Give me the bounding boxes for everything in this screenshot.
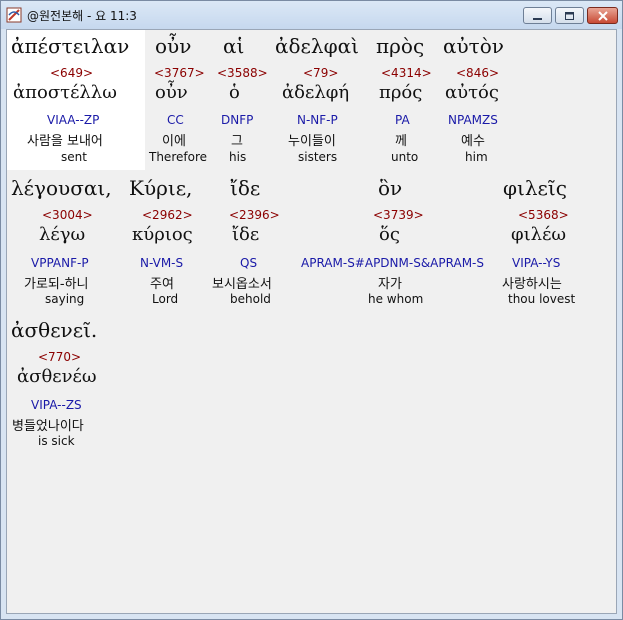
english-gloss: he whom — [368, 292, 424, 306]
strong-number[interactable]: <3004> — [42, 208, 93, 222]
lemma: αὐτός — [445, 82, 499, 103]
lemma: κύριος — [132, 224, 193, 245]
maximize-button[interactable] — [555, 7, 584, 24]
english-gloss: is sick — [38, 434, 75, 448]
lemma: ὁ — [229, 82, 240, 103]
close-icon — [597, 6, 608, 25]
korean-gloss: 사람을 보내어 — [27, 134, 103, 149]
morph-code[interactable]: PA — [395, 113, 410, 127]
english-gloss: his — [229, 150, 247, 164]
greek-word: πρὸς — [376, 34, 425, 58]
greek-word: ἀσθενεῖ. — [11, 318, 98, 342]
strong-number[interactable]: <3739> — [373, 208, 424, 222]
morph-code[interactable]: N-NF-P — [297, 113, 338, 127]
greek-word: φιλεῖς — [503, 176, 567, 200]
morph-code[interactable]: N-VM-S — [140, 256, 183, 270]
english-gloss: unto — [391, 150, 419, 164]
strong-number[interactable]: <5368> — [518, 208, 569, 222]
greek-word: ἴδε — [230, 176, 261, 200]
korean-gloss: 사랑하시는 — [502, 277, 562, 292]
english-gloss: sisters — [298, 150, 338, 164]
greek-word: Κύριε, — [129, 176, 193, 200]
lemma: φιλέω — [511, 224, 567, 245]
lemma: οὖν — [155, 82, 188, 103]
lemma: ἀσθενέω — [17, 366, 97, 387]
greek-word: οὖν — [155, 34, 192, 58]
korean-gloss: 가로되-하니 — [24, 277, 89, 292]
greek-word: αἱ — [223, 34, 245, 58]
greek-word: αὐτὸν — [443, 34, 504, 58]
lemma: ἴδε — [232, 224, 260, 245]
strong-number[interactable]: <2962> — [142, 208, 193, 222]
greek-word: λέγουσαι, — [11, 176, 112, 200]
morph-code[interactable]: APRAM-S#APDNM-S&APRAM-S — [301, 256, 484, 270]
korean-gloss: 주여 — [150, 277, 174, 292]
strong-number[interactable]: <4314> — [381, 66, 432, 80]
korean-gloss: 예수 — [461, 134, 485, 149]
korean-gloss: 보시옵소서 — [212, 277, 272, 292]
korean-gloss: 자가 — [378, 277, 402, 292]
strong-number[interactable]: <3588> — [217, 66, 268, 80]
korean-gloss: 그 — [231, 134, 243, 149]
maximize-icon — [564, 6, 575, 25]
morph-code[interactable]: VIAA--ZP — [47, 113, 99, 127]
english-gloss: sent — [61, 150, 87, 164]
app-window: @원전본해 - 요 11:3 ἀπέστειλαν <649> ἀποστέλλ… — [0, 0, 623, 620]
close-button[interactable] — [587, 7, 618, 24]
strong-number[interactable]: <770> — [38, 350, 81, 364]
strong-number[interactable]: <2396> — [229, 208, 280, 222]
interlinear-view[interactable]: ἀπέστειλαν <649> ἀποστέλλω VIAA--ZP 사람을 … — [6, 29, 617, 614]
lemma: πρός — [379, 82, 423, 103]
strong-number[interactable]: <3767> — [154, 66, 205, 80]
english-gloss: Lord — [152, 292, 179, 306]
greek-word: ὃν — [378, 176, 403, 200]
lemma: ἀδελφή — [282, 82, 350, 103]
morph-code[interactable]: DNFP — [221, 113, 253, 127]
strong-number[interactable]: <79> — [303, 66, 338, 80]
morph-code[interactable]: VPPANF-P — [31, 256, 89, 270]
english-gloss: Therefore — [149, 150, 207, 164]
korean-gloss: 께 — [395, 134, 407, 149]
morph-code[interactable]: VIPA--ZS — [31, 398, 82, 412]
english-gloss: thou lovest — [508, 292, 576, 306]
strong-number[interactable]: <649> — [50, 66, 93, 80]
strong-number[interactable]: <846> — [456, 66, 499, 80]
morph-code[interactable]: NPAMZS — [448, 113, 498, 127]
minimize-button[interactable] — [523, 7, 552, 24]
greek-word: ἀδελφαὶ — [275, 34, 359, 58]
english-gloss: behold — [230, 292, 271, 306]
window-title: @원전본해 - 요 11:3 — [27, 9, 137, 23]
english-gloss: saying — [45, 292, 85, 306]
lemma: ὅς — [379, 224, 400, 245]
app-logo-icon[interactable] — [6, 7, 22, 23]
greek-word: ἀπέστειλαν — [11, 34, 130, 58]
minimize-icon — [532, 6, 543, 25]
lemma: ἀποστέλλω — [13, 82, 117, 103]
korean-gloss: 누이들이 — [288, 134, 336, 149]
english-gloss: him — [465, 150, 488, 164]
morph-code[interactable]: QS — [240, 256, 257, 270]
lemma: λέγω — [39, 224, 86, 245]
title-bar[interactable]: @원전본해 - 요 11:3 — [1, 1, 622, 29]
korean-gloss: 이에 — [162, 134, 186, 149]
morph-code[interactable]: VIPA--YS — [512, 256, 560, 270]
morph-code[interactable]: CC — [167, 113, 184, 127]
korean-gloss: 병들었나이다 — [12, 419, 84, 434]
